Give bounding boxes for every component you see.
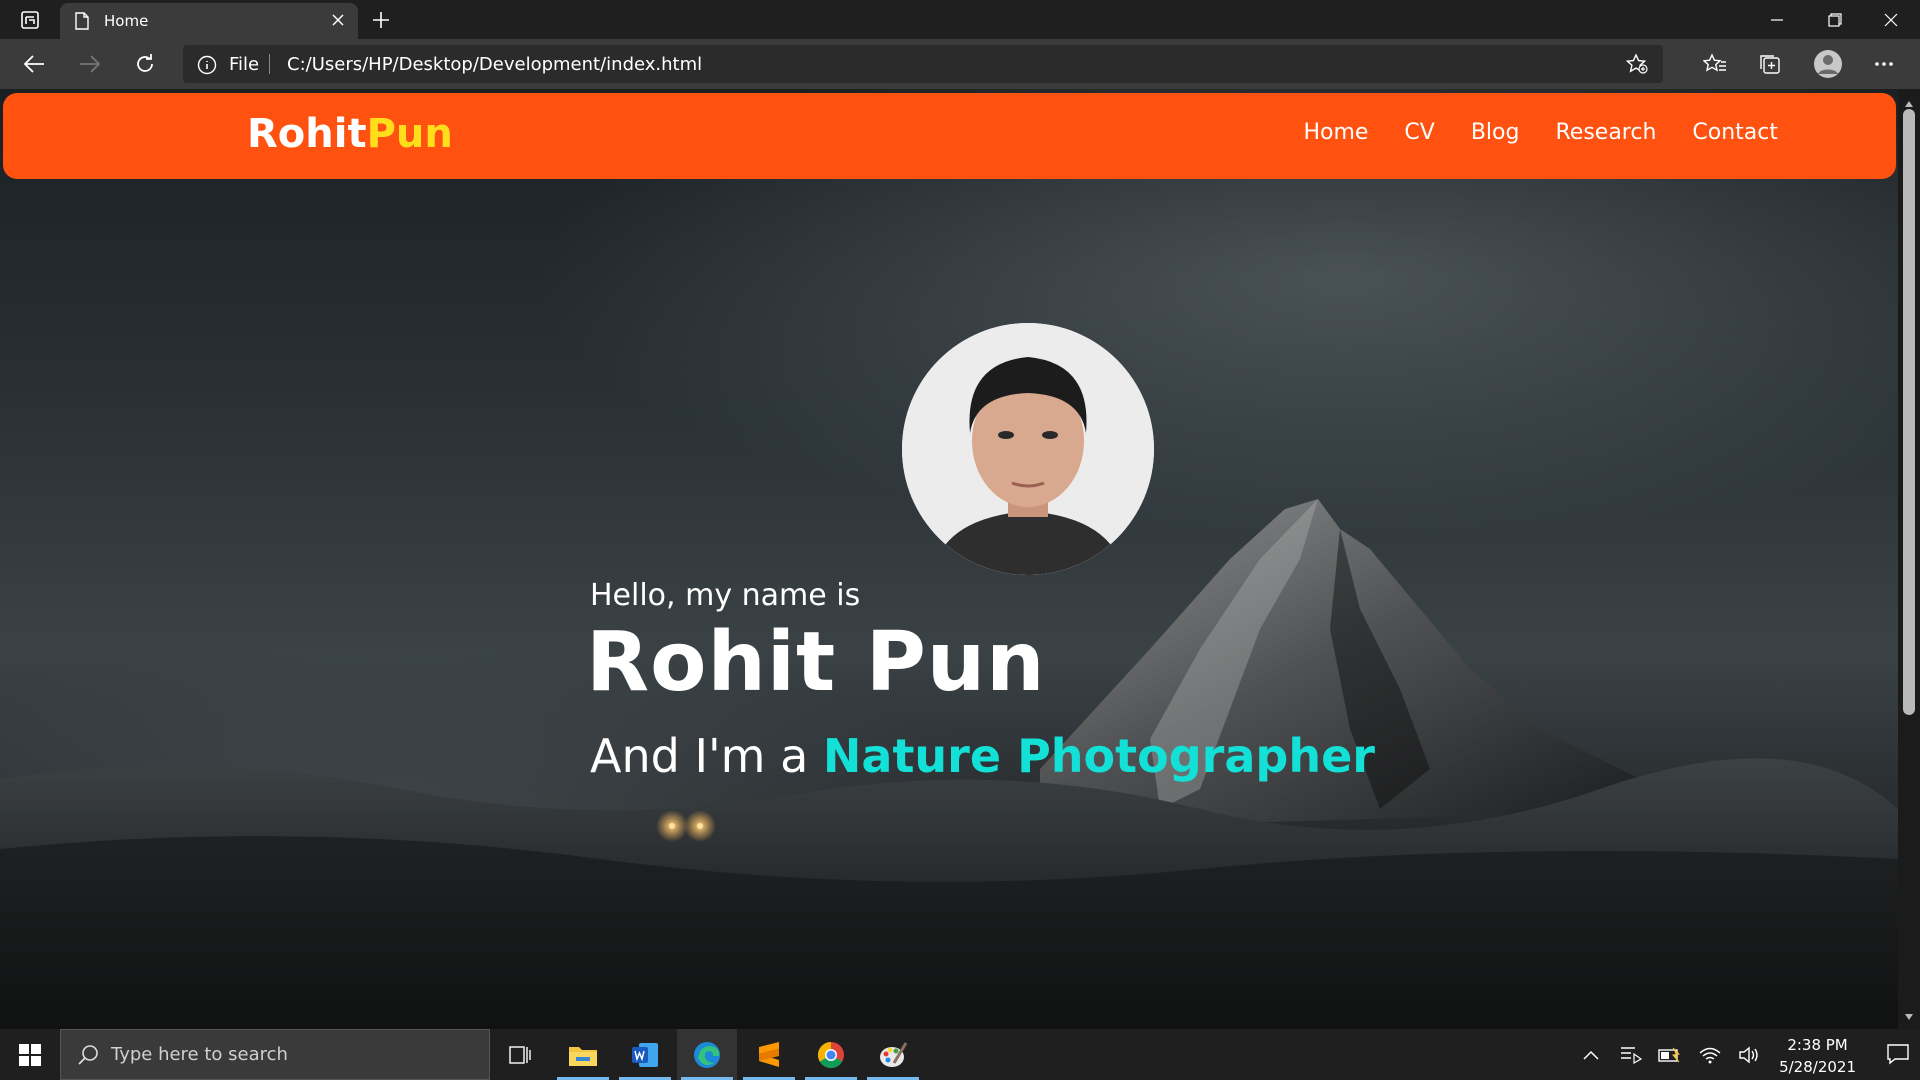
tab-title: Home	[104, 12, 149, 30]
site-logo[interactable]: RohitPun	[247, 111, 453, 157]
clock-time: 2:38 PM	[1787, 1036, 1848, 1054]
address-separator	[269, 54, 270, 74]
back-button[interactable]	[16, 49, 52, 79]
nav-link-blog[interactable]: Blog	[1471, 120, 1520, 145]
minimize-button[interactable]	[1748, 0, 1806, 39]
page-icon	[74, 12, 90, 34]
volume-icon[interactable]	[1734, 1029, 1764, 1080]
mountain-background-image	[0, 499, 1898, 1029]
brand-second: Pun	[366, 111, 453, 157]
paint-app-icon[interactable]	[863, 1029, 923, 1080]
tab-home[interactable]: Home	[60, 3, 358, 39]
collections-icon[interactable]	[1750, 49, 1790, 79]
nav-link-cv[interactable]: CV	[1404, 120, 1434, 145]
restore-button[interactable]	[1806, 0, 1864, 39]
favorites-icon[interactable]	[1695, 49, 1735, 79]
page-viewport: RohitPun Home CV Blog Research Contact H…	[0, 89, 1920, 1029]
chrome-browser-icon[interactable]	[801, 1029, 861, 1080]
hero-tagline: And I'm a Nature Photographer	[590, 729, 1375, 783]
notifications-icon[interactable]	[1886, 1042, 1910, 1070]
more-options-icon[interactable]	[1864, 49, 1904, 79]
taskbar-search-box[interactable]: Type here to search	[60, 1029, 490, 1080]
scroll-down-icon[interactable]	[1904, 1006, 1914, 1025]
site-navbar: RohitPun Home CV Blog Research Contact	[3, 93, 1896, 179]
tab-actions-icon[interactable]	[14, 9, 46, 31]
nav-link-research[interactable]: Research	[1555, 120, 1656, 145]
task-view-icon[interactable]	[490, 1029, 550, 1080]
nav-link-home[interactable]: Home	[1303, 120, 1368, 145]
address-bar[interactable]: File C:/Users/HP/Desktop/Development/ind…	[183, 45, 1663, 83]
touch-keyboard-icon[interactable]	[1616, 1029, 1646, 1080]
edge-browser-icon[interactable]	[677, 1029, 737, 1080]
sublime-text-icon[interactable]	[739, 1029, 799, 1080]
windows-taskbar: Type here to search 2:38 PM 5/28/2021	[0, 1029, 1920, 1080]
brand-first: Rohit	[247, 111, 367, 157]
site-menu: Home CV Blog Research Contact	[1303, 120, 1778, 145]
url-text[interactable]: C:/Users/HP/Desktop/Development/index.ht…	[287, 54, 702, 75]
search-placeholder: Type here to search	[111, 1044, 288, 1065]
browser-toolbar: File C:/Users/HP/Desktop/Development/ind…	[0, 39, 1920, 89]
show-hidden-icons-chevron-icon[interactable]	[1578, 1029, 1604, 1080]
search-icon	[77, 1044, 99, 1070]
windows-logo-icon	[19, 1043, 41, 1066]
refresh-button[interactable]	[127, 49, 163, 79]
page-scrollbar[interactable]	[1898, 89, 1920, 1029]
close-window-button[interactable]	[1862, 0, 1920, 39]
word-app-icon[interactable]	[615, 1029, 675, 1080]
wifi-icon[interactable]	[1695, 1029, 1725, 1080]
info-icon[interactable]	[197, 55, 217, 79]
start-button[interactable]	[0, 1029, 60, 1080]
clock-date: 5/28/2021	[1779, 1058, 1856, 1076]
add-favorite-icon[interactable]	[1625, 53, 1649, 79]
tagline-prefix: And I'm a	[590, 729, 809, 783]
taskbar-clock[interactable]: 2:38 PM 5/28/2021	[1779, 1034, 1856, 1078]
profile-photo	[902, 323, 1154, 575]
tagline-role: Nature Photographer	[822, 729, 1375, 783]
hero-name: Rohit Pun	[586, 615, 1046, 710]
new-tab-button[interactable]	[368, 8, 394, 32]
battery-icon[interactable]	[1655, 1029, 1685, 1080]
forward-button[interactable]	[72, 49, 108, 79]
nav-link-contact[interactable]: Contact	[1692, 120, 1778, 145]
scrollbar-thumb[interactable]	[1903, 109, 1915, 715]
close-tab-icon[interactable]	[330, 12, 346, 32]
address-protocol-label: File	[229, 54, 260, 75]
browser-titlebar: Home	[0, 0, 1920, 39]
greeting-text: Hello, my name is	[590, 578, 861, 613]
file-explorer-icon[interactable]	[553, 1029, 613, 1080]
profile-avatar-icon[interactable]	[1808, 49, 1848, 79]
